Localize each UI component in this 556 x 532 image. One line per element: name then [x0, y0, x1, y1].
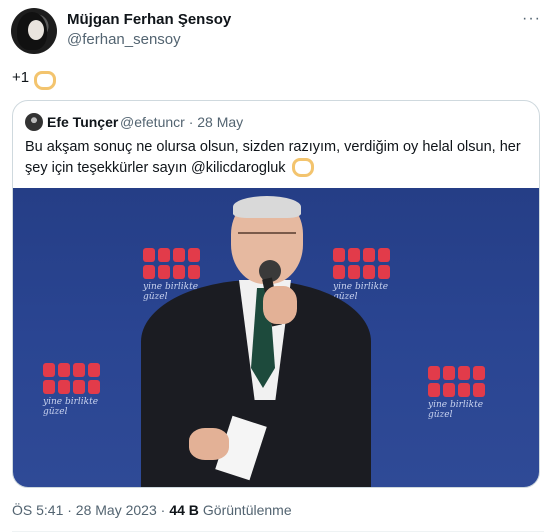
- quote-photo[interactable]: yine birlikte güzel yine birlikte güzel …: [13, 188, 539, 487]
- heart-hands-icon: [32, 70, 57, 90]
- tweet-footer: ÖS 5:41 · 28 May 2023 · 44 B Görüntülenm…: [12, 502, 292, 518]
- tweet-card: Müjgan Ferhan Şensoy @ferhan_sensoy ··· …: [0, 0, 556, 532]
- speaker-hand-left: [189, 428, 229, 460]
- campaign-logo: yine birlikte güzel: [43, 363, 107, 417]
- speaker-hand: [263, 286, 297, 324]
- quote-author-avatar[interactable]: [25, 113, 43, 131]
- quote-date: · 28 May: [188, 114, 244, 130]
- tweet-text-content: +1: [12, 69, 30, 86]
- quoted-tweet[interactable]: Efe Tunçer @efetuncr · 28 May Bu akşam s…: [12, 100, 540, 488]
- avatar-face: [28, 20, 44, 40]
- tweet-timestamp[interactable]: ÖS 5:41 · 28 May 2023 ·: [12, 502, 165, 518]
- views-label: Görüntülenme: [202, 502, 292, 518]
- quote-author-name[interactable]: Efe Tunçer: [47, 114, 118, 130]
- campaign-logo-script: yine birlikte güzel: [428, 400, 484, 420]
- author-name[interactable]: Müjgan Ferhan Şensoy: [67, 11, 231, 28]
- quote-text: Bu akşam sonuç ne olursa olsun, sizden r…: [25, 137, 525, 178]
- author-handle[interactable]: @ferhan_sensoy: [67, 31, 181, 48]
- campaign-logo: yine birlikte güzel: [428, 366, 492, 420]
- campaign-logo-script: yine birlikte güzel: [333, 282, 389, 302]
- campaign-logo-script: yine birlikte güzel: [43, 397, 99, 417]
- campaign-logo: yine birlikte güzel: [333, 248, 397, 302]
- tweet-text: +1: [12, 69, 57, 90]
- quote-author-handle-date: @efetuncr · 28 May: [120, 114, 243, 130]
- speaker-glasses: [238, 232, 296, 244]
- speaker-hair: [233, 196, 301, 218]
- quote-author-handle: @efetuncr: [120, 114, 185, 130]
- more-icon[interactable]: ···: [522, 10, 541, 28]
- views-count: 44 B: [169, 502, 199, 518]
- heart-hands-icon: [290, 157, 314, 177]
- quote-text-content: Bu akşam sonuç ne olursa olsun, sizden r…: [25, 139, 521, 176]
- author-avatar[interactable]: [11, 8, 57, 54]
